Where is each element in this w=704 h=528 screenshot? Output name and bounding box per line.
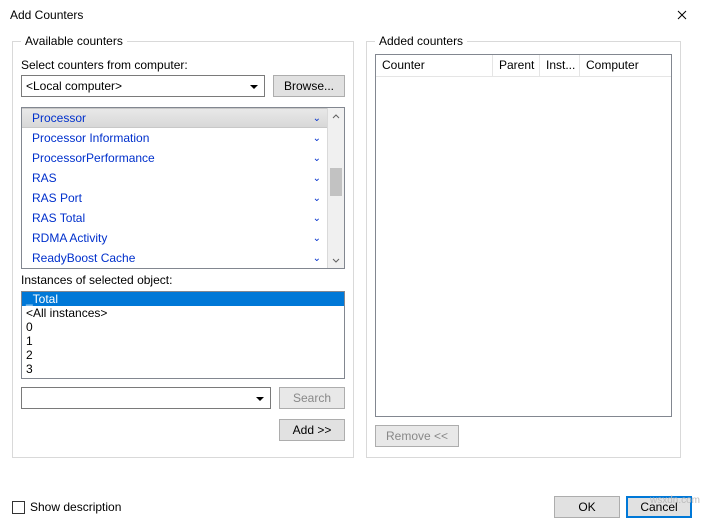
counter-item[interactable]: ProcessorPerformance ⌄ xyxy=(22,148,327,168)
chevron-down-icon: ⌄ xyxy=(313,153,321,164)
col-computer[interactable]: Computer xyxy=(580,55,671,76)
instance-item[interactable]: 0 xyxy=(22,320,344,334)
instance-item[interactable]: _Total xyxy=(22,292,344,306)
remove-button[interactable]: Remove << xyxy=(375,425,459,447)
counter-item[interactable]: RAS Total ⌄ xyxy=(22,208,327,228)
scroll-up-button[interactable] xyxy=(328,108,344,125)
counter-item-label: Processor xyxy=(32,111,86,125)
chevron-up-icon xyxy=(332,113,340,121)
counter-item[interactable]: RAS Port ⌄ xyxy=(22,188,327,208)
ok-button[interactable]: OK xyxy=(554,496,620,518)
instances-label: Instances of selected object: xyxy=(21,273,345,287)
counter-item-label: ProcessorPerformance xyxy=(32,151,155,165)
available-counters-group: Available counters Select counters from … xyxy=(12,34,354,458)
chevron-down-icon: ⌄ xyxy=(313,233,321,244)
computer-combo[interactable]: <Local computer> xyxy=(21,75,265,97)
instance-item[interactable]: 2 xyxy=(22,348,344,362)
instance-item[interactable]: 3 xyxy=(22,362,344,376)
chevron-down-icon: ⌄ xyxy=(313,253,321,264)
counter-list[interactable]: Processor⌄Processor Information⌄Processo… xyxy=(22,108,327,268)
added-counters-group: Added counters Counter Parent Inst... Co… xyxy=(366,34,681,458)
chevron-down-icon xyxy=(332,256,340,264)
available-counters-legend: Available counters xyxy=(21,34,127,48)
counter-item-label: RAS xyxy=(32,171,57,185)
instance-item[interactable]: 1 xyxy=(22,334,344,348)
counter-item-label: RAS Port xyxy=(32,191,82,205)
chevron-down-icon: ⌄ xyxy=(313,193,321,204)
chevron-down-icon: ⌄ xyxy=(313,173,321,184)
counter-item[interactable]: Processor ⌄ xyxy=(22,108,327,128)
scroll-down-button[interactable] xyxy=(328,251,344,268)
computer-combo-value: <Local computer> xyxy=(26,79,122,93)
chevron-down-icon: ⌄ xyxy=(313,133,321,144)
col-instance[interactable]: Inst... xyxy=(540,55,580,76)
close-icon xyxy=(677,10,687,20)
show-description-checkbox[interactable]: Show description xyxy=(12,500,121,514)
counter-list-box: Processor⌄Processor Information⌄Processo… xyxy=(21,107,345,269)
added-counters-table: Counter Parent Inst... Computer xyxy=(375,54,672,417)
title-bar: Add Counters xyxy=(0,0,704,30)
counter-scrollbar[interactable] xyxy=(327,108,344,268)
table-header: Counter Parent Inst... Computer xyxy=(376,55,671,77)
checkbox-box xyxy=(12,501,25,514)
dialog-footer: Show description OK Cancel xyxy=(12,496,692,518)
counter-item-label: RDMA Activity xyxy=(32,231,107,245)
instances-list[interactable]: _Total<All instances>0123 xyxy=(21,291,345,379)
added-counters-legend: Added counters xyxy=(375,34,467,48)
chevron-down-icon: ⌄ xyxy=(313,213,321,224)
col-counter[interactable]: Counter xyxy=(376,55,493,76)
counter-item[interactable]: RDMA Activity ⌄ xyxy=(22,228,327,248)
add-button[interactable]: Add >> xyxy=(279,419,345,441)
show-description-label: Show description xyxy=(30,500,121,514)
browse-button[interactable]: Browse... xyxy=(273,75,345,97)
counter-item[interactable]: Processor Information ⌄ xyxy=(22,128,327,148)
scroll-thumb[interactable] xyxy=(330,168,342,196)
counter-item[interactable]: RAS ⌄ xyxy=(22,168,327,188)
window-title: Add Counters xyxy=(10,8,659,22)
col-parent[interactable]: Parent xyxy=(493,55,540,76)
counter-item-label: Processor Information xyxy=(32,131,149,145)
close-button[interactable] xyxy=(659,0,704,30)
search-combo[interactable] xyxy=(21,387,271,409)
counter-item-label: ReadyBoost Cache xyxy=(32,251,135,265)
select-computer-label: Select counters from computer: xyxy=(21,58,345,72)
watermark: wsxdn.com xyxy=(650,495,700,506)
counter-item[interactable]: ReadyBoost Cache ⌄ xyxy=(22,248,327,268)
search-button[interactable]: Search xyxy=(279,387,345,409)
counter-item-label: RAS Total xyxy=(32,211,85,225)
instance-item[interactable]: <All instances> xyxy=(22,306,344,320)
chevron-down-icon: ⌄ xyxy=(313,113,321,124)
